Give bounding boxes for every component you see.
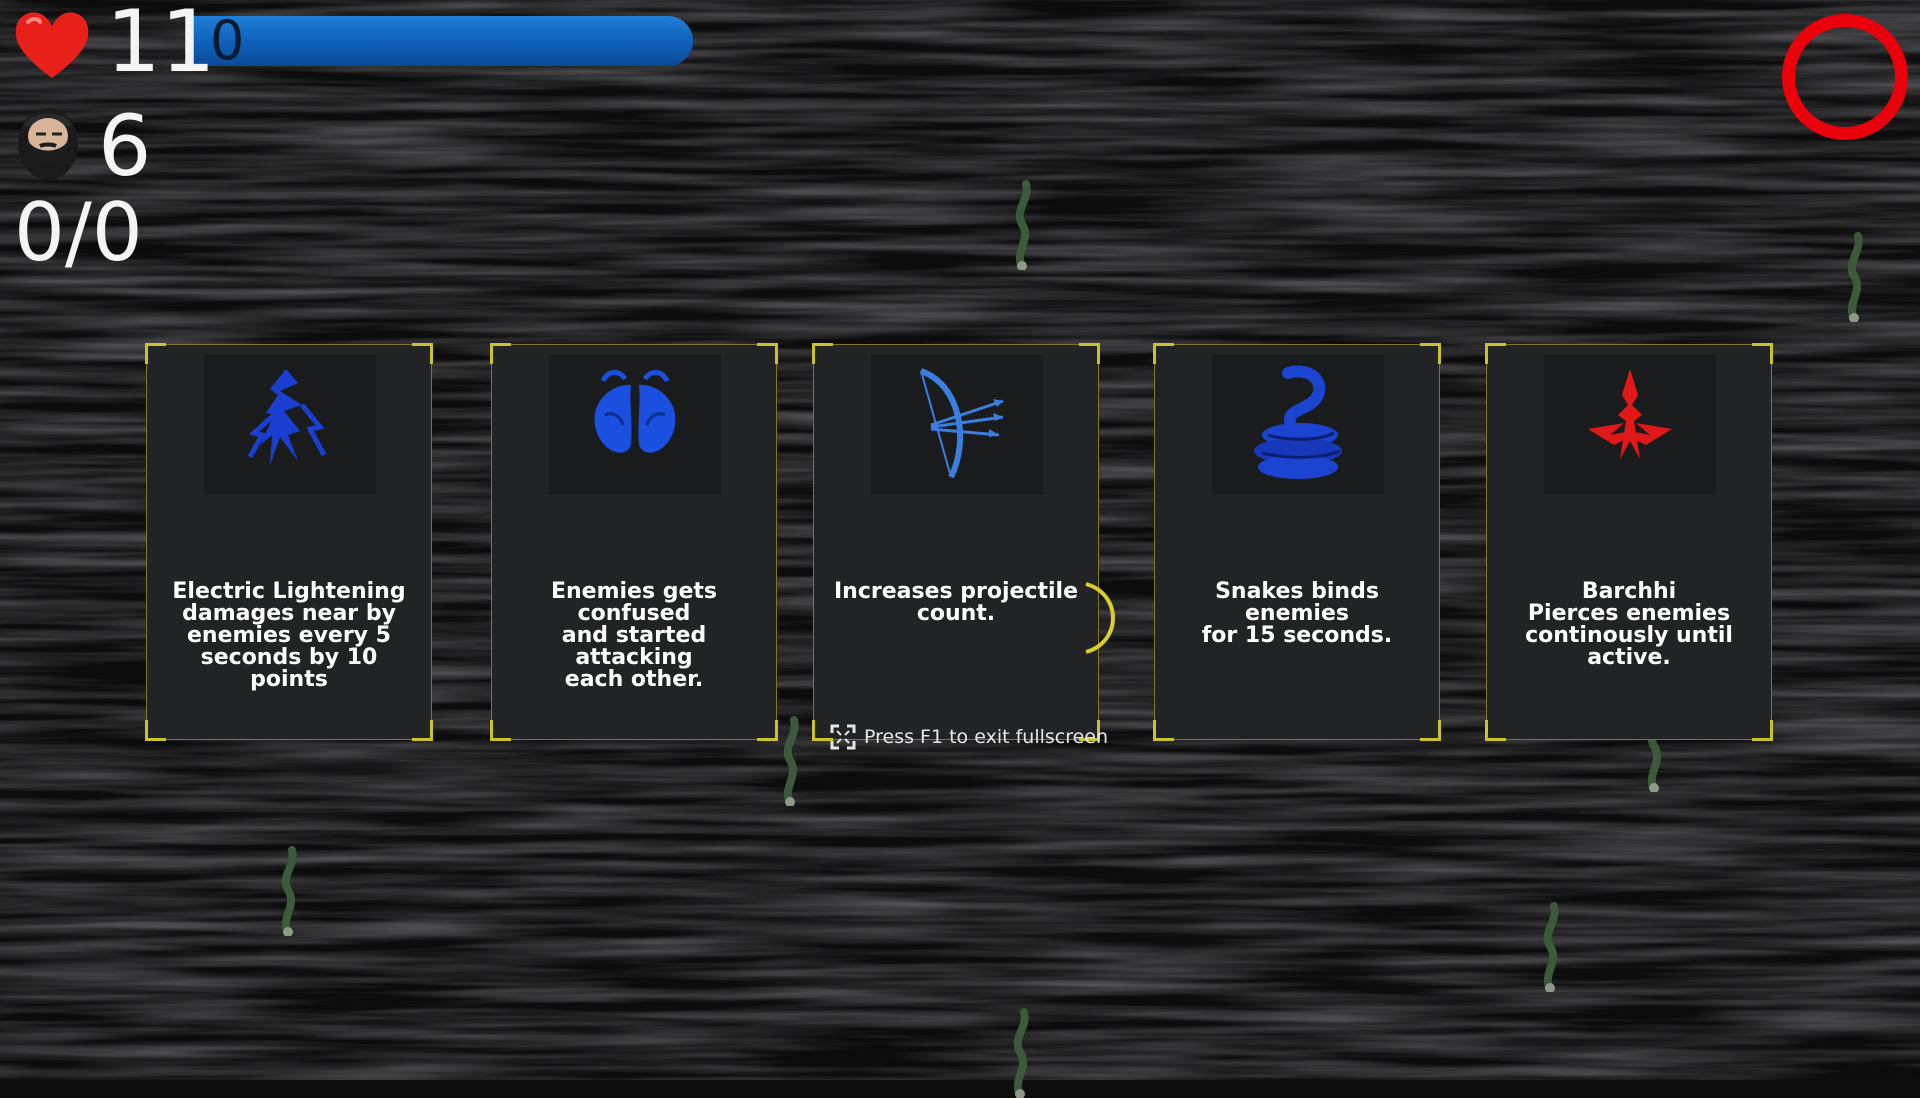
record-ring-button[interactable] bbox=[1782, 14, 1908, 140]
card-corner bbox=[1485, 343, 1506, 364]
card-corner bbox=[1752, 343, 1773, 364]
toast-text: Press F1 to exit fullscreen bbox=[864, 726, 1109, 748]
seaweed-decoration bbox=[1847, 232, 1863, 322]
wave-counter: 0/0 bbox=[14, 186, 143, 279]
seaweed-decoration bbox=[1013, 1008, 1029, 1098]
card-corner bbox=[412, 720, 433, 741]
fullscreen-toast: Press F1 to exit fullscreen bbox=[830, 724, 1108, 750]
upgrade-card-lightning[interactable]: Electric Lightening damages near by enem… bbox=[145, 343, 433, 741]
barchhi-spear-icon bbox=[1588, 369, 1672, 459]
card-description: Electric Lightening damages near by enem… bbox=[172, 579, 406, 692]
card-corner bbox=[490, 343, 511, 364]
fullscreen-exit-icon bbox=[830, 724, 856, 750]
upgrade-card-snake[interactable]: Snakes binds enemies for 15 seconds. bbox=[1153, 343, 1441, 741]
card-corner bbox=[757, 720, 778, 741]
card-corner bbox=[145, 720, 166, 741]
card-corner bbox=[812, 343, 833, 364]
kill-count: 6 bbox=[98, 97, 152, 195]
card-corner bbox=[757, 343, 778, 364]
upgrade-card-confusion[interactable]: Enemies gets confused and started attack… bbox=[490, 343, 778, 741]
card-icon-frame bbox=[549, 355, 721, 495]
card-corner bbox=[1079, 343, 1100, 364]
card-corner bbox=[145, 343, 166, 364]
selection-arc bbox=[1085, 582, 1115, 654]
card-description: Enemies gets confused and started attack… bbox=[550, 579, 718, 692]
player-avatar-icon bbox=[18, 108, 78, 180]
upgrade-card-projectile[interactable]: Increases projectile count. bbox=[812, 343, 1100, 741]
card-description: Barchhi Pierces enemies continously unti… bbox=[1525, 579, 1733, 670]
snake-icon bbox=[1254, 365, 1342, 479]
card-icon-frame bbox=[1544, 355, 1716, 495]
card-description: Increases projectile count. bbox=[833, 579, 1078, 626]
card-corner bbox=[1153, 343, 1174, 364]
card-corner bbox=[1153, 720, 1174, 741]
card-icon-frame bbox=[1212, 355, 1384, 495]
card-description: Snakes binds enemies for 15 seconds. bbox=[1201, 579, 1393, 648]
card-corner bbox=[1420, 343, 1441, 364]
card-icon-frame bbox=[204, 355, 376, 495]
seaweed-decoration bbox=[281, 846, 297, 936]
seaweed-decoration bbox=[1015, 180, 1031, 270]
card-icon-frame bbox=[871, 355, 1043, 495]
card-corner bbox=[490, 720, 511, 741]
card-corner bbox=[1752, 720, 1773, 741]
xp-bar bbox=[188, 16, 693, 66]
heart-icon bbox=[15, 12, 89, 78]
confusion-icon bbox=[594, 370, 676, 453]
bow-arrows-icon bbox=[919, 368, 1004, 479]
xp-value: 0 bbox=[210, 9, 245, 72]
seaweed-decoration bbox=[783, 716, 799, 806]
lightning-figure-icon bbox=[247, 369, 327, 465]
health-value: 11 bbox=[106, 0, 216, 92]
upgrade-card-barchhi[interactable]: Barchhi Pierces enemies continously unti… bbox=[1485, 343, 1773, 741]
card-corner bbox=[1420, 720, 1441, 741]
card-corner bbox=[1485, 720, 1506, 741]
seaweed-decoration bbox=[1543, 902, 1559, 992]
card-corner bbox=[412, 343, 433, 364]
